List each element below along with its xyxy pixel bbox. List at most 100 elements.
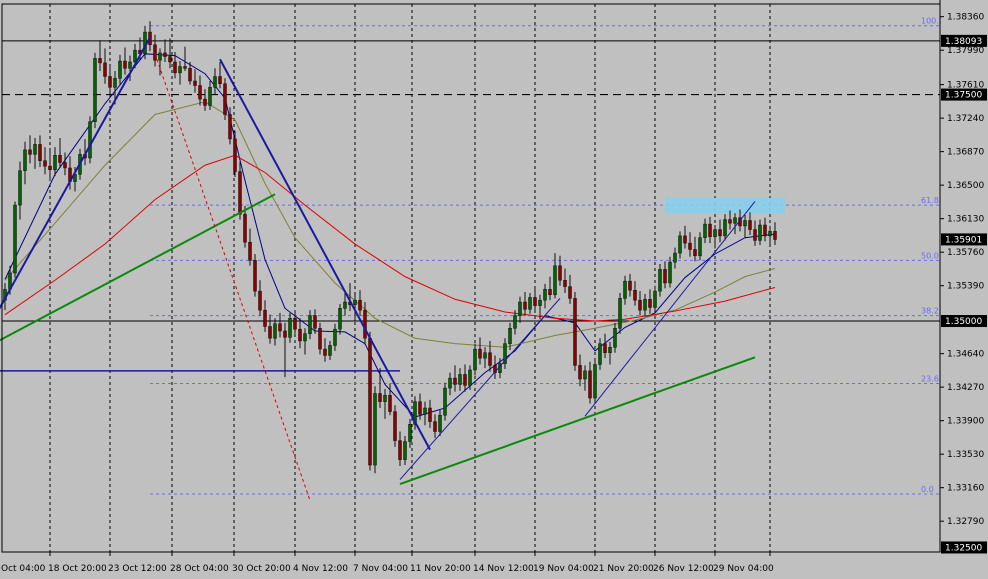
candle-body <box>488 352 492 366</box>
candle-body <box>198 85 202 100</box>
candle-body <box>583 370 587 380</box>
candle-body <box>558 265 562 281</box>
candle-body <box>328 345 332 356</box>
candle-body <box>698 237 702 257</box>
candle-body <box>393 411 397 441</box>
fib-level-label: 61.8 <box>921 196 939 205</box>
fib-level-label: 23.6 <box>921 375 939 384</box>
candle-body <box>618 298 622 329</box>
candle-body <box>43 160 47 167</box>
candle-body <box>463 374 467 386</box>
candle-body <box>643 299 647 311</box>
x-tick-label: 7 Nov 04:00 <box>353 564 408 574</box>
candle-body <box>183 66 187 69</box>
y-tick-label: 1.37990 <box>947 46 984 56</box>
candle-body <box>53 155 57 171</box>
fib-level-label: 0.0 <box>921 485 934 494</box>
candle-body <box>23 149 27 171</box>
y-tick-label: 1.32790 <box>947 517 984 527</box>
candle-body <box>263 309 267 327</box>
candle-body <box>33 144 37 155</box>
candle-body <box>278 323 282 332</box>
candle-body <box>683 235 687 244</box>
candle-body <box>468 369 472 386</box>
candle-body <box>303 333 307 342</box>
resistance-zone <box>665 197 785 214</box>
y-tick-label: 1.36870 <box>947 148 984 158</box>
candle-body <box>103 62 107 77</box>
candle-body <box>158 52 162 61</box>
candle-body <box>448 377 452 389</box>
candle-body <box>603 343 607 353</box>
candle-body <box>598 343 602 365</box>
y-tick-label: 1.33530 <box>947 450 984 460</box>
candle-body <box>363 309 367 339</box>
candle-body <box>573 298 577 366</box>
candle-body <box>398 440 402 460</box>
candle-body <box>483 352 487 359</box>
candle-body <box>153 44 157 61</box>
candle-body <box>638 299 642 311</box>
candle-body <box>308 315 312 334</box>
candle-body <box>123 60 127 69</box>
candle-body <box>708 223 712 238</box>
candle-body <box>343 301 347 309</box>
x-tick-label: 23 Oct 12:00 <box>108 564 167 574</box>
candle-body <box>243 213 247 243</box>
candle-body <box>443 387 447 416</box>
candle-body <box>208 87 212 106</box>
candle-body <box>533 297 537 306</box>
candle-body <box>288 318 292 338</box>
price-chart[interactable]: Oct 04:00 18 Oct 20:00 23 Oct 12:00 28 Oct … <box>0 0 988 575</box>
candle-body <box>203 98 207 106</box>
candle-body <box>478 348 482 359</box>
candle-body <box>718 229 722 237</box>
candle-body <box>688 242 692 250</box>
candle-body <box>13 204 17 274</box>
candle-body <box>523 301 527 310</box>
candle-body <box>313 315 317 329</box>
candle-body <box>178 66 182 74</box>
x-tick-label: 28 Oct 04:00 <box>170 564 229 574</box>
candle-body <box>248 241 252 261</box>
price-label: 1.37500 <box>945 91 982 101</box>
fib-level-label: 38.2 <box>921 307 939 316</box>
x-tick-label: 18 Oct 20:00 <box>48 564 107 574</box>
candle-body <box>58 155 62 163</box>
candle-body <box>338 308 342 330</box>
candle-body <box>163 52 167 57</box>
candle-body <box>563 280 567 287</box>
candle-body <box>723 219 727 237</box>
price-label: 1.35901 <box>945 235 982 245</box>
x-tick-label: 21 Nov 20:00 <box>593 564 654 574</box>
candle-body <box>673 252 677 263</box>
y-tick-label: 1.33160 <box>947 484 984 494</box>
candle-body <box>543 289 547 301</box>
y-tick-label: 1.33900 <box>947 417 984 427</box>
candle-body <box>133 49 137 63</box>
candle-body <box>283 330 287 338</box>
chart-window[interactable]: Oct 04:00 18 Oct 20:00 23 Oct 12:00 28 Oct … <box>0 0 988 575</box>
x-tick-label: 29 Nov 04:00 <box>713 564 774 574</box>
candle-body <box>628 280 632 291</box>
candle-body <box>268 326 272 339</box>
candle-body <box>168 56 172 63</box>
candle-body <box>528 297 532 310</box>
candle-body <box>458 374 462 385</box>
x-tick-label: 19 Nov 04:00 <box>533 564 594 574</box>
candle-body <box>88 121 92 159</box>
candle-body <box>113 78 117 88</box>
candle-body <box>93 58 97 123</box>
candle-body <box>428 407 432 422</box>
candle-body <box>48 165 52 171</box>
candle-body <box>28 149 32 155</box>
candle-body <box>293 318 297 330</box>
candle-body <box>253 260 257 292</box>
candle-body <box>188 68 192 82</box>
candle-body <box>648 299 652 308</box>
candle-body <box>373 393 377 466</box>
candle-body <box>378 393 382 402</box>
candle-body <box>513 315 517 329</box>
candle-body <box>713 229 717 238</box>
candle-body <box>763 224 767 237</box>
